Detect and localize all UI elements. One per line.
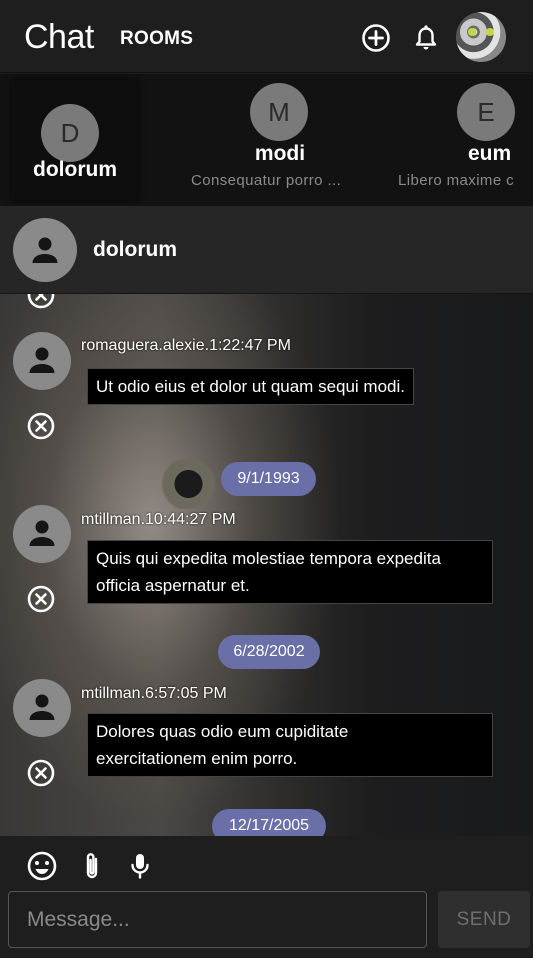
message-bubble: Ut odio eius et dolor ut quam sequi modi… [87, 368, 415, 405]
message-author: romaguera.alexie.1:22:47 PM [81, 337, 291, 354]
send-button[interactable]: SEND [438, 891, 530, 948]
room-name: modi [254, 142, 306, 165]
room-header: dolorum [0, 206, 533, 294]
room-name: dolorum [33, 158, 117, 181]
message-line: officia aspernatur et. [96, 576, 250, 595]
room-header-avatar [13, 218, 77, 282]
room-avatar: M [250, 83, 308, 141]
message-line: Dolores quas odio eum cupiditate [96, 722, 349, 741]
message-input[interactable] [8, 891, 427, 948]
message-author: mtillman.6:57:05 PM [81, 685, 227, 702]
message-composer: SEND [0, 836, 533, 958]
bell-icon[interactable] [410, 22, 442, 54]
rooms-list: D dolorum M modi Consequatur porro ... E… [0, 74, 533, 206]
message-avatar [13, 505, 71, 563]
microphone-icon[interactable] [122, 848, 158, 884]
app-title: Chat [24, 18, 94, 56]
cancel-icon[interactable] [26, 294, 56, 310]
emoji-icon[interactable] [24, 848, 60, 884]
person-icon [29, 694, 55, 720]
room-item-dolorum[interactable]: D dolorum [12, 80, 138, 200]
date-separator: 9/1/1993 [221, 462, 316, 496]
message-avatar [13, 332, 71, 390]
app-bar: Chat ROOMS [0, 0, 533, 73]
room-avatar: D [41, 104, 99, 162]
message-list[interactable]: romaguera.alexie.1:22:47 PM Ut odio eius… [0, 294, 533, 836]
date-separator: 12/17/2005 [212, 809, 326, 836]
room-name: eum [468, 142, 512, 165]
add-circle-icon[interactable] [360, 22, 392, 54]
person-icon [29, 347, 55, 373]
room-preview: Libero maxime c [398, 172, 515, 189]
room-preview: Consequatur porro ... [191, 172, 342, 189]
person-icon [32, 237, 58, 263]
attachment-icon[interactable] [74, 848, 110, 884]
message-avatar [13, 679, 71, 737]
cancel-icon[interactable] [26, 411, 56, 441]
date-separator: 6/28/2002 [218, 635, 320, 669]
room-header-title: dolorum [93, 238, 177, 261]
user-avatar[interactable] [456, 12, 506, 62]
message-bubble: Dolores quas odio eum cupiditate exercit… [87, 713, 493, 777]
cancel-icon[interactable] [26, 758, 56, 788]
room-avatar: E [457, 83, 515, 141]
room-item-eum[interactable]: E eum Libero maxime c [390, 74, 533, 206]
message-bubble: Quis qui expedita molestiae tempora expe… [87, 540, 493, 604]
message-line: exercitationem enim porro. [96, 749, 298, 768]
message-author: mtillman.10:44:27 PM [81, 511, 236, 528]
rooms-tab[interactable]: ROOMS [120, 28, 193, 50]
cancel-icon[interactable] [26, 584, 56, 614]
room-item-modi[interactable]: M modi Consequatur porro ... [180, 74, 380, 206]
message-line: Quis qui expedita molestiae tempora expe… [96, 549, 441, 568]
person-icon [29, 520, 55, 546]
